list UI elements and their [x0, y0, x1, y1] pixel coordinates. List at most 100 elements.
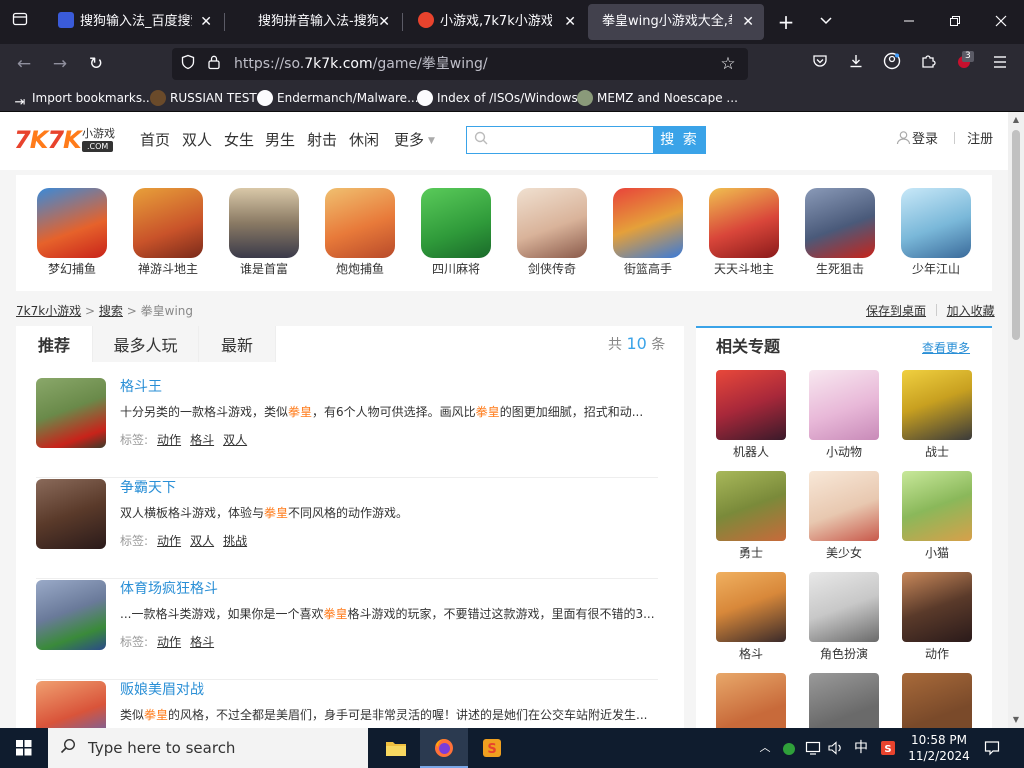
tag-link[interactable]: 动作	[157, 635, 181, 649]
browser-tab-active[interactable]: 拳皇wing小游戏大全,拳皇v ✕	[588, 4, 764, 40]
topic-item[interactable]: 小动物	[809, 370, 879, 459]
tag-link[interactable]: 格斗	[190, 635, 214, 649]
result-title[interactable]: 格斗王	[120, 378, 162, 396]
bookmark-item[interactable]: ⇥ Import bookmarks...	[12, 84, 154, 112]
nav-girls[interactable]: 女生	[224, 130, 254, 150]
volume-icon[interactable]	[826, 728, 846, 768]
register-link[interactable]: 注册	[967, 132, 993, 147]
featured-game[interactable]: 禅游斗地主	[132, 188, 204, 276]
nav-home[interactable]: 首页	[140, 130, 170, 150]
close-tab-icon[interactable]: ✕	[200, 4, 212, 40]
forward-icon[interactable]: →	[48, 52, 72, 76]
taskbar-search[interactable]: Type here to search	[48, 728, 368, 768]
bookmark-item[interactable]: RUSSIAN TEST	[150, 84, 257, 112]
bookmark-item[interactable]: Endermanch/Malware...	[257, 84, 419, 112]
tag-link[interactable]: 格斗	[190, 433, 214, 447]
browser-tab[interactable]: 搜狗输入法_百度搜索 ✕	[44, 4, 222, 40]
nav-shooting[interactable]: 射击	[307, 130, 337, 150]
topic-item[interactable]	[809, 673, 879, 728]
browser-tab[interactable]: 搜狗拼音输入法-搜狗拼 ✕	[244, 4, 400, 40]
ime-indicator[interactable]: 中	[850, 728, 872, 768]
result-title[interactable]: 贩娘美眉对战	[120, 681, 204, 699]
topic-item[interactable]	[902, 673, 972, 728]
featured-game[interactable]: 剑侠传奇	[516, 188, 588, 276]
pocket-icon[interactable]	[808, 52, 832, 76]
tab-recommended[interactable]: 推荐	[16, 326, 92, 362]
bookmark-item[interactable]: MEMZ and Noescape ...	[577, 84, 738, 112]
topic-item[interactable]: 美少女	[809, 471, 879, 560]
firefox-icon[interactable]	[420, 728, 468, 768]
tag-link[interactable]: 动作	[157, 433, 181, 447]
search-button[interactable]: 搜 索	[653, 126, 706, 154]
network-icon[interactable]	[802, 728, 824, 768]
save-to-desktop-link[interactable]: 保存到桌面	[866, 304, 926, 318]
tag-link[interactable]: 双人	[190, 534, 214, 548]
list-all-tabs-icon[interactable]	[814, 10, 838, 34]
notification-icon[interactable]	[980, 728, 1004, 768]
close-window-icon[interactable]	[989, 10, 1013, 34]
breadcrumb-search[interactable]: 搜索	[99, 304, 123, 318]
featured-game[interactable]: 少年江山	[900, 188, 972, 276]
tab-most-played[interactable]: 最多人玩	[92, 326, 198, 362]
featured-game[interactable]: 炮炮捕鱼	[324, 188, 396, 276]
topic-item[interactable]	[716, 673, 786, 728]
new-tab-icon[interactable]: +	[774, 10, 798, 34]
featured-game[interactable]: 四川麻将	[420, 188, 492, 276]
featured-game[interactable]: 梦幻捕鱼	[36, 188, 108, 276]
menu-icon[interactable]	[988, 52, 1012, 76]
topic-item[interactable]: 动作	[902, 572, 972, 661]
see-more-link[interactable]: 查看更多	[922, 340, 970, 356]
result-thumbnail[interactable]	[36, 681, 106, 728]
featured-game[interactable]: 街篮高手	[612, 188, 684, 276]
sogou-ime-tray-icon[interactable]: S	[876, 728, 900, 768]
restore-icon[interactable]	[943, 10, 967, 34]
downloads-icon[interactable]	[844, 52, 868, 76]
file-explorer-icon[interactable]	[372, 728, 420, 768]
close-tab-icon[interactable]: ✕	[564, 4, 576, 40]
sogou-tray-icon[interactable]	[778, 728, 800, 768]
scroll-up-icon[interactable]: ▲	[1008, 112, 1024, 128]
tracking-shield-icon[interactable]	[178, 54, 198, 74]
url-text[interactable]: https://so.7k7k.com/game/拳皇wing/	[234, 48, 488, 80]
login-link[interactable]: 登录	[912, 132, 938, 147]
nav-boys[interactable]: 男生	[265, 130, 295, 150]
topic-item[interactable]: 机器人	[716, 370, 786, 459]
topic-item[interactable]: 格斗	[716, 572, 786, 661]
featured-game[interactable]: 谁是首富	[228, 188, 300, 276]
result-title[interactable]: 体育场疯狂格斗	[120, 580, 218, 598]
url-bar[interactable]: https://so.7k7k.com/game/拳皇wing/ ☆	[172, 48, 748, 80]
taskbar-clock[interactable]: 10:58 PM 11/2/2024	[906, 732, 972, 764]
tag-link[interactable]: 双人	[223, 433, 247, 447]
nav-more[interactable]: 更多	[394, 130, 424, 150]
featured-game[interactable]: 生死狙击	[804, 188, 876, 276]
sogou-input-icon[interactable]: S	[468, 728, 516, 768]
result-thumbnail[interactable]	[36, 378, 106, 448]
minimize-icon[interactable]	[897, 10, 921, 34]
result-thumbnail[interactable]	[36, 479, 106, 549]
topic-item[interactable]: 勇士	[716, 471, 786, 560]
tab-list-icon[interactable]	[8, 10, 32, 34]
result-thumbnail[interactable]	[36, 580, 106, 650]
nav-casual[interactable]: 休闲	[349, 130, 379, 150]
topic-item[interactable]: 小猫	[902, 471, 972, 560]
breadcrumb-home[interactable]: 7k7k小游戏	[16, 304, 81, 318]
page-scrollbar[interactable]: ▲ ▼	[1008, 112, 1024, 728]
show-hidden-icons-icon[interactable]: ︿	[756, 728, 774, 768]
topic-item[interactable]: 战士	[902, 370, 972, 459]
windows-start-icon[interactable]	[0, 728, 48, 768]
close-tab-icon[interactable]: ✕	[378, 4, 390, 40]
tab-newest[interactable]: 最新	[198, 326, 276, 362]
scroll-thumb[interactable]	[1012, 130, 1020, 340]
result-title[interactable]: 争霸天下	[120, 479, 176, 497]
bookmark-item[interactable]: Index of /ISOs/Windows	[417, 84, 578, 112]
close-tab-icon[interactable]: ✕	[742, 4, 754, 40]
bookmark-star-icon[interactable]: ☆	[718, 54, 738, 74]
nav-two-player[interactable]: 双人	[182, 130, 212, 150]
featured-game[interactable]: 天天斗地主	[708, 188, 780, 276]
chevron-down-icon[interactable]: ▼	[428, 131, 435, 151]
site-logo[interactable]: 7K7K 小游戏 .COM	[14, 126, 115, 154]
extensions-icon[interactable]	[916, 52, 940, 76]
back-icon[interactable]: ←	[12, 52, 36, 76]
account-icon[interactable]	[880, 52, 904, 76]
tag-link[interactable]: 挑战	[223, 534, 247, 548]
